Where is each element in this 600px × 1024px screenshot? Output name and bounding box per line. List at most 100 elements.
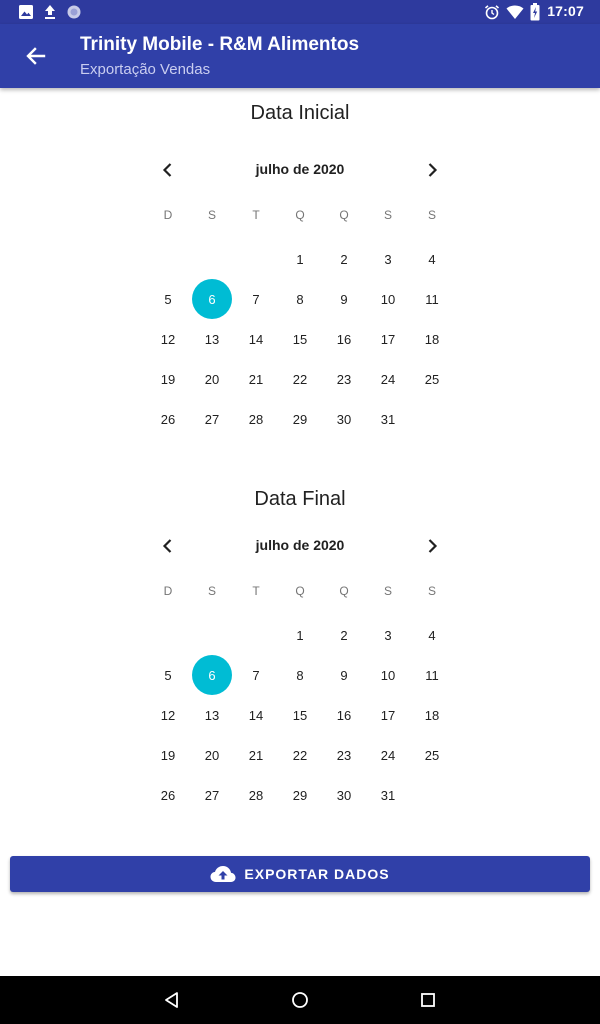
day-cell[interactable]: 18 — [410, 695, 454, 735]
day-cell[interactable]: 21 — [234, 735, 278, 775]
month-label: julho de 2020 — [255, 537, 345, 553]
day-cell[interactable]: 22 — [278, 359, 322, 399]
day-cell[interactable]: 30 — [322, 399, 366, 439]
day-cell[interactable]: 4 — [410, 239, 454, 279]
recents-square-icon[interactable] — [419, 991, 437, 1009]
empty-day-cell — [190, 239, 234, 279]
day-cell[interactable]: 27 — [190, 399, 234, 439]
day-cell[interactable]: 9 — [322, 279, 366, 319]
empty-day-cell — [146, 239, 190, 279]
day-label: 27 — [204, 787, 220, 803]
day-cell[interactable]: 21 — [234, 359, 278, 399]
export-data-button[interactable]: EXPORTAR DADOS — [10, 856, 590, 892]
day-cell[interactable]: 18 — [410, 319, 454, 359]
day-cell[interactable]: 29 — [278, 399, 322, 439]
day-cell[interactable]: 28 — [234, 399, 278, 439]
day-label: 15 — [292, 331, 308, 347]
day-cell[interactable]: 2 — [322, 239, 366, 279]
day-cell[interactable]: 12 — [146, 695, 190, 735]
day-cell[interactable]: 8 — [278, 655, 322, 695]
day-label: 27 — [204, 411, 220, 427]
day-cell[interactable]: 5 — [146, 655, 190, 695]
day-cell[interactable]: 11 — [410, 655, 454, 695]
day-cell[interactable]: 20 — [190, 359, 234, 399]
back-triangle-icon[interactable] — [163, 991, 181, 1009]
day-cell[interactable]: 28 — [234, 775, 278, 815]
day-cell[interactable]: 10 — [366, 655, 410, 695]
day-cell[interactable]: 1 — [278, 239, 322, 279]
arrow-left-icon[interactable] — [22, 44, 50, 68]
day-cell[interactable]: 25 — [410, 735, 454, 775]
day-cell[interactable]: 31 — [366, 399, 410, 439]
day-cell[interactable]: 14 — [234, 319, 278, 359]
day-cell[interactable]: 26 — [146, 775, 190, 815]
day-cell[interactable]: 20 — [190, 735, 234, 775]
day-label: 28 — [248, 411, 264, 427]
day-label: 25 — [424, 371, 440, 387]
day-cell[interactable]: 13 — [190, 695, 234, 735]
day-cell[interactable]: 29 — [278, 775, 322, 815]
day-cell[interactable]: 12 — [146, 319, 190, 359]
day-grid: 1 2 3 4 5 6 7 8 9 10 11 12 13 14 15 16 17 18 19 20 21 22 23 24 2… — [146, 615, 454, 815]
day-cell[interactable]: 15 — [278, 695, 322, 735]
day-cell[interactable]: 22 — [278, 735, 322, 775]
day-cell[interactable]: 8 — [278, 279, 322, 319]
day-cell[interactable]: 17 — [366, 319, 410, 359]
empty-day-cell — [146, 615, 190, 655]
selected-day[interactable]: 6 — [190, 279, 234, 319]
day-cell[interactable]: 25 — [410, 359, 454, 399]
day-cell[interactable]: 15 — [278, 319, 322, 359]
day-cell[interactable]: 2 — [322, 615, 366, 655]
day-cell[interactable]: 7 — [234, 655, 278, 695]
day-cell[interactable]: 24 — [366, 359, 410, 399]
day-cell[interactable]: 24 — [366, 735, 410, 775]
sync-icon — [67, 5, 81, 19]
day-cell[interactable]: 27 — [190, 775, 234, 815]
day-cell[interactable]: 23 — [322, 735, 366, 775]
day-cell[interactable]: 14 — [234, 695, 278, 735]
home-circle-icon[interactable] — [291, 991, 309, 1009]
day-cell[interactable]: 26 — [146, 399, 190, 439]
day-label: 29 — [292, 411, 308, 427]
chevron-right-icon[interactable] — [421, 535, 443, 557]
day-cell[interactable]: 4 — [410, 615, 454, 655]
day-cell[interactable]: 23 — [322, 359, 366, 399]
selected-day-label: 6 — [192, 655, 232, 695]
status-bar: 17:07 — [0, 0, 600, 24]
day-label: 9 — [340, 667, 348, 683]
day-cell[interactable]: 16 — [322, 319, 366, 359]
selected-day[interactable]: 6 — [190, 655, 234, 695]
day-cell[interactable]: 19 — [146, 735, 190, 775]
week-row: 1 2 3 4 — [146, 615, 454, 655]
day-cell[interactable]: 16 — [322, 695, 366, 735]
day-cell[interactable]: 3 — [366, 239, 410, 279]
day-label: 3 — [384, 627, 392, 643]
day-label: 3 — [384, 251, 392, 267]
day-cell[interactable]: 10 — [366, 279, 410, 319]
day-cell[interactable]: 11 — [410, 279, 454, 319]
day-cell[interactable]: 13 — [190, 319, 234, 359]
day-label: 5 — [164, 291, 172, 307]
day-cell[interactable]: 30 — [322, 775, 366, 815]
chevron-right-icon[interactable] — [421, 159, 443, 181]
day-label: 11 — [425, 667, 439, 683]
day-cell[interactable]: 17 — [366, 695, 410, 735]
day-label: 30 — [336, 411, 352, 427]
day-cell[interactable]: 1 — [278, 615, 322, 655]
day-cell[interactable]: 19 — [146, 359, 190, 399]
weekday-label: Q — [339, 208, 349, 222]
day-label: 21 — [248, 747, 264, 763]
day-cell[interactable]: 9 — [322, 655, 366, 695]
day-label: 15 — [292, 707, 308, 723]
day-cell[interactable]: 3 — [366, 615, 410, 655]
weekday-label: T — [252, 584, 260, 598]
day-label: 17 — [380, 331, 396, 347]
empty-day-cell — [234, 615, 278, 655]
day-cell[interactable]: 5 — [146, 279, 190, 319]
day-label: 4 — [428, 627, 436, 643]
day-cell[interactable]: 31 — [366, 775, 410, 815]
day-cell[interactable]: 7 — [234, 279, 278, 319]
image-icon — [19, 5, 33, 19]
day-label: 19 — [160, 747, 176, 763]
day-label: 1 — [296, 627, 304, 643]
